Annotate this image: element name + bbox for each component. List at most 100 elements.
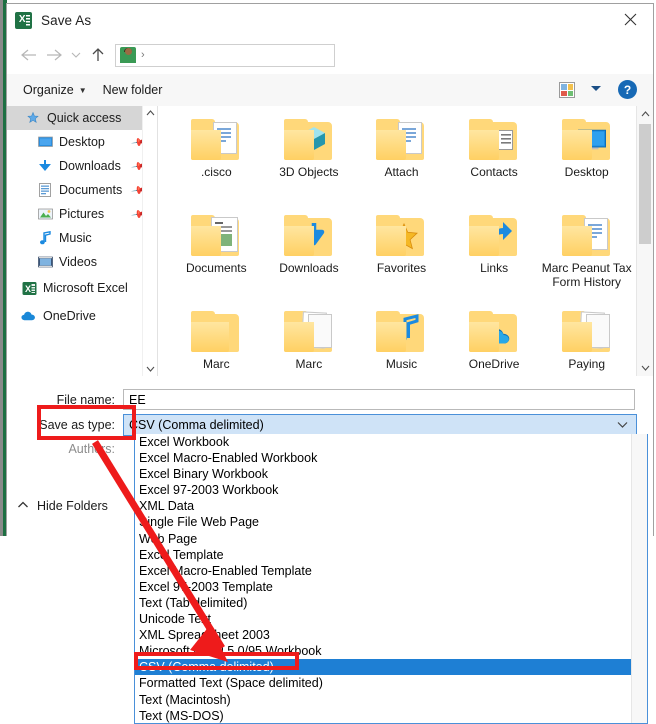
dropdown-option[interactable]: Excel Workbook [135, 434, 647, 450]
file-label: Links [480, 261, 509, 275]
sidebar-item-documents[interactable]: Documents 📌 [7, 178, 157, 202]
file-item[interactable]: OneDrive [448, 304, 541, 376]
save-as-type-row: Save as type: CSV (Comma delimited) [7, 414, 647, 436]
sidebar-item-label: Desktop [59, 135, 105, 149]
file-label: Marc [295, 357, 323, 371]
recent-locations-chevron-icon[interactable] [67, 42, 85, 68]
sidebar-item-quick-access[interactable]: Quick access [7, 106, 157, 130]
dropdown-option[interactable]: Excel Macro-Enabled Template [135, 563, 647, 579]
sidebar-item-label: Microsoft Excel [43, 281, 128, 295]
scroll-up-icon[interactable] [143, 106, 157, 120]
dropdown-scrollbar[interactable] [631, 434, 647, 723]
breadcrumb-separator: › [141, 48, 145, 61]
file-item[interactable]: Documents [170, 208, 263, 304]
dropdown-option[interactable]: Excel Template [135, 547, 647, 563]
chevron-down-icon[interactable] [617, 420, 628, 431]
dropdown-option[interactable]: Formatted Text (Space delimited) [135, 675, 647, 691]
dropdown-option[interactable]: Excel Macro-Enabled Workbook [135, 450, 647, 466]
save-as-type-label: Save as type: [39, 418, 115, 432]
view-options-caret-icon[interactable] [591, 86, 601, 91]
file-label: Music [385, 357, 418, 371]
organize-button[interactable]: Organize ▼ [23, 83, 87, 97]
file-label: Favorites [376, 261, 427, 275]
desktop-icon [37, 134, 53, 150]
folder-papers-icon [560, 310, 614, 354]
file-name-input[interactable]: EE [123, 389, 635, 410]
dropdown-option[interactable]: Text (MS-DOS) [135, 708, 647, 723]
dropdown-option[interactable]: Excel Binary Workbook [135, 466, 647, 482]
user-folder-icon [120, 47, 136, 63]
file-item[interactable]: Desktop [540, 112, 633, 208]
videos-icon [37, 254, 53, 270]
command-bar: Organize ▼ New folder ? [7, 74, 653, 107]
address-bar[interactable]: › [115, 43, 335, 67]
file-item[interactable]: Paying [540, 304, 633, 376]
dropdown-option[interactable]: Excel 97-2003 Template [135, 579, 647, 595]
scrollbar-thumb[interactable] [639, 124, 651, 244]
hide-folders-button[interactable]: Hide Folders [17, 499, 108, 513]
file-grid: .cisco 3D Objects Attach Contacts Deskto… [170, 112, 633, 376]
chevron-up-icon [17, 501, 29, 512]
folder-desktop-icon [560, 118, 614, 162]
dropdown-option[interactable]: Unicode Text [135, 611, 647, 627]
file-item[interactable]: Marc Peanut Tax Form History [540, 208, 633, 304]
sidebar-item-pictures[interactable]: Pictures 📌 [7, 202, 157, 226]
file-item[interactable]: Downloads [263, 208, 356, 304]
sidebar-item-downloads[interactable]: Downloads 📌 [7, 154, 157, 178]
navigation-pane: Quick access Desktop 📌 Downloads 📌 Docum… [7, 106, 158, 376]
folder-favorites-icon [374, 214, 428, 258]
file-item[interactable]: Music [355, 304, 448, 376]
dropdown-option[interactable]: Single File Web Page [135, 514, 647, 530]
scroll-up-icon[interactable] [637, 106, 653, 122]
file-label: Marc [202, 357, 230, 371]
file-item[interactable]: Marc [263, 304, 356, 376]
forward-arrow-icon[interactable] [41, 42, 67, 68]
close-icon[interactable] [607, 4, 653, 35]
file-name-row: File name: EE [7, 389, 647, 410]
sidebar-item-onedrive[interactable]: OneDrive [7, 302, 157, 330]
save-as-type-dropdown-list[interactable]: Excel Workbook Excel Macro-Enabled Workb… [134, 434, 648, 724]
new-folder-button[interactable]: New folder [103, 83, 163, 97]
save-as-type-value: CSV (Comma delimited) [129, 418, 264, 432]
sidebar-item-microsoft-excel[interactable]: X Microsoft Excel [7, 274, 157, 302]
file-item[interactable]: Links [448, 208, 541, 304]
file-label: .cisco [200, 165, 232, 179]
view-layout-icon[interactable] [559, 82, 575, 98]
scroll-down-icon[interactable] [143, 362, 157, 376]
file-item[interactable]: Attach [355, 112, 448, 208]
save-as-type-combobox[interactable]: CSV (Comma delimited) [123, 414, 637, 436]
file-item[interactable]: .cisco [170, 112, 263, 208]
file-item[interactable]: Favorites [355, 208, 448, 304]
dialog-body: Quick access Desktop 📌 Downloads 📌 Docum… [7, 106, 653, 376]
file-label: Contacts [470, 165, 518, 179]
dropdown-option[interactable]: XML Spreadsheet 2003 [135, 627, 647, 643]
dropdown-option[interactable]: Microsoft Excel 5.0/95 Workbook [135, 643, 647, 659]
sidebar-item-music[interactable]: Music [7, 226, 157, 250]
file-list-scrollbar[interactable] [636, 106, 653, 376]
sidebar-item-desktop[interactable]: Desktop 📌 [7, 130, 157, 154]
dropdown-option[interactable]: XML Data [135, 498, 647, 514]
dropdown-option[interactable]: Text (Macintosh) [135, 692, 647, 708]
folder-music-icon [374, 310, 428, 354]
file-label: Documents [185, 261, 247, 275]
file-item[interactable]: 3D Objects [263, 112, 356, 208]
dropdown-option[interactable]: Web Page [135, 531, 647, 547]
navigation-pane-scrollbar[interactable] [142, 106, 157, 376]
download-icon [37, 158, 53, 174]
file-list-pane[interactable]: .cisco 3D Objects Attach Contacts Deskto… [158, 106, 653, 376]
sidebar-item-videos[interactable]: Videos [7, 250, 157, 274]
up-arrow-icon[interactable] [85, 42, 111, 68]
dialog-title: Save As [41, 12, 92, 28]
dropdown-option[interactable]: Excel 97-2003 Workbook [135, 482, 647, 498]
back-arrow-icon[interactable] [15, 42, 41, 68]
sidebar-item-label: Downloads [59, 159, 121, 173]
file-item[interactable]: Marc [170, 304, 263, 376]
dropdown-option[interactable]: Text (Tab delimited) [135, 595, 647, 611]
sidebar-item-label: Documents [59, 183, 123, 197]
help-icon[interactable]: ? [618, 80, 637, 99]
dropdown-option-selected[interactable]: CSV (Comma delimited) [135, 659, 647, 676]
organize-label: Organize [23, 83, 74, 97]
file-item[interactable]: Contacts [448, 112, 541, 208]
sidebar-item-label: Videos [59, 255, 97, 269]
scroll-down-icon[interactable] [637, 360, 653, 376]
